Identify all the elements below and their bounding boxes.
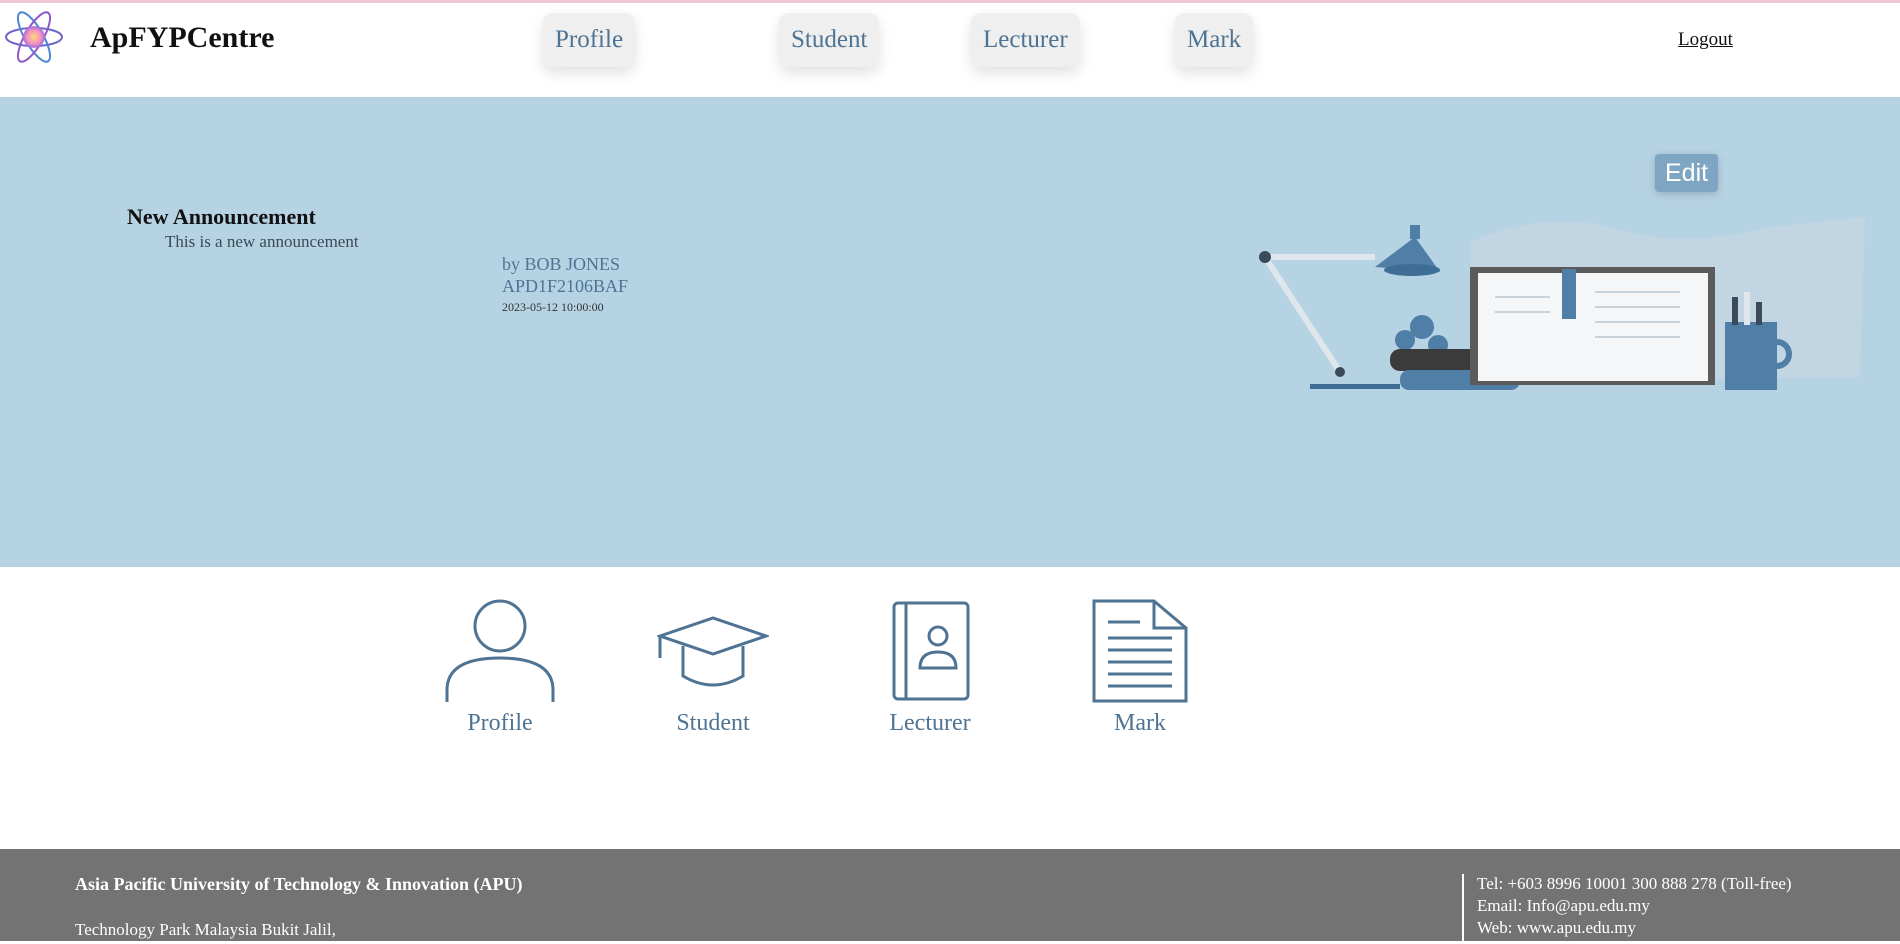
quick-link-mark[interactable]: Mark <box>1060 598 1220 737</box>
footer-email: Email: Info@apu.edu.my <box>1477 896 1650 915</box>
document-icon <box>1092 599 1188 703</box>
quick-link-profile-label: Profile <box>467 710 533 736</box>
footer-tel: Tel: +603 8996 10001 300 888 278 (Toll-f… <box>1477 874 1792 893</box>
announcement-title: New Announcement <box>127 204 316 229</box>
quick-link-lecturer[interactable]: Lecturer <box>850 598 1010 737</box>
footer-web: Web: www.apu.edu.my <box>1477 918 1636 937</box>
nav-mark-button[interactable]: Mark <box>1175 13 1254 67</box>
quick-link-lecturer-label: Lecturer <box>889 710 971 736</box>
atom-logo-icon <box>5 11 63 63</box>
contact-book-icon <box>892 601 970 701</box>
footer-contact: Tel: +603 8996 10001 300 888 278 (Toll-f… <box>1477 873 1792 939</box>
brand-name: ApFYPCentre <box>90 21 275 54</box>
person-icon <box>445 599 555 702</box>
announcement-datetime: 2023-05-12 10:00:00 <box>502 300 604 314</box>
nav-lecturer-button[interactable]: Lecturer <box>971 13 1080 67</box>
quick-link-student-label: Student <box>676 710 750 736</box>
quick-link-profile[interactable]: Profile <box>420 598 580 737</box>
logout-link[interactable]: Logout <box>1678 29 1733 51</box>
edit-announcement-button[interactable]: Edit <box>1655 154 1719 192</box>
footer-address: Technology Park Malaysia Bukit Jalil, <box>75 920 336 939</box>
announcement-author-code: APD1F2106BAF <box>502 276 629 296</box>
announcement-author: by BOB JONES <box>502 254 621 274</box>
desk-study-illustration <box>1259 217 1865 390</box>
quick-link-mark-label: Mark <box>1114 710 1166 736</box>
footer-university-name: Asia Pacific University of Technology & … <box>75 874 523 894</box>
top-navbar: ApFYPCentre Profile Student Lecturer Mar… <box>0 3 1900 96</box>
nav-student-button[interactable]: Student <box>779 13 880 67</box>
quick-link-student[interactable]: Student <box>633 598 793 737</box>
announcement-banner: New Announcement This is a new announcem… <box>0 97 1900 567</box>
announcement-body: This is a new announcement <box>165 232 359 251</box>
footer: Asia Pacific University of Technology & … <box>0 849 1900 944</box>
footer-divider <box>1462 874 1464 944</box>
graduation-cap-icon <box>657 616 769 687</box>
nav-profile-button[interactable]: Profile <box>543 13 636 67</box>
